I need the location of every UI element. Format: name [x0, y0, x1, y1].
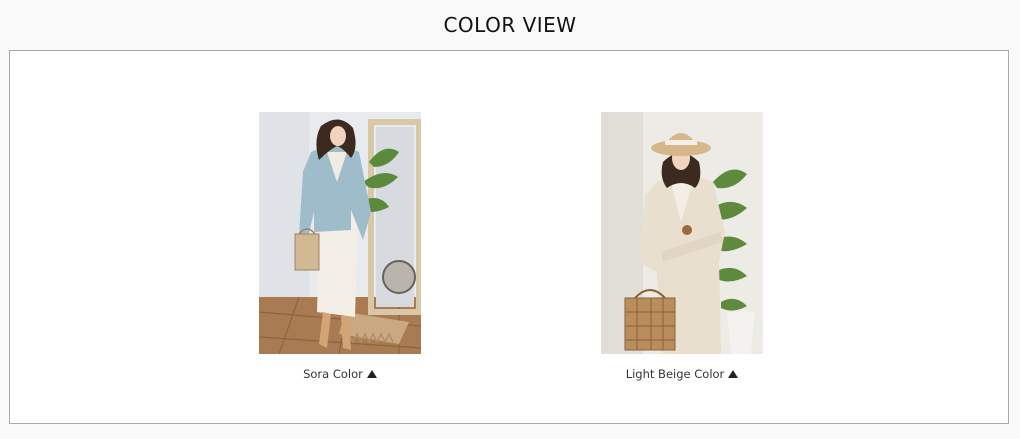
caption-label: Sora Color: [303, 367, 363, 381]
color-view-panel: Sora Color Light Beige Color: [9, 50, 1009, 424]
color-card-sora[interactable]: Sora Color: [240, 112, 440, 382]
product-photo-sora[interactable]: [259, 112, 421, 354]
color-view-section: COLOR VIEW Sora Color Light Beige Color: [0, 0, 1020, 439]
color-card-light-beige[interactable]: Light Beige Color: [582, 112, 782, 382]
triangle-up-icon: [728, 369, 739, 378]
product-photo-light-beige[interactable]: [601, 112, 763, 354]
caption-label: Light Beige Color: [625, 367, 725, 381]
triangle-up-icon: [366, 369, 377, 378]
color-link-sora[interactable]: Sora Color: [303, 367, 377, 381]
section-title: COLOR VIEW: [443, 13, 577, 37]
color-link-light-beige[interactable]: Light Beige Color: [626, 367, 739, 381]
